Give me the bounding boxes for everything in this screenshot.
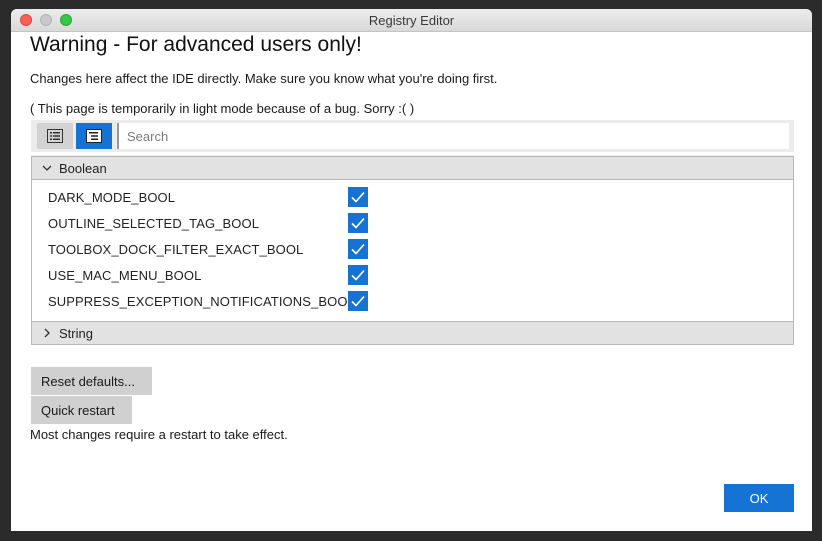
- setting-label: TOOLBOX_DOCK_FILTER_EXACT_BOOL: [48, 242, 304, 257]
- search-input[interactable]: [117, 123, 789, 149]
- boolean-items-list: DARK_MODE_BOOL OUTLINE_SELECTED_TAG_BOOL…: [31, 180, 794, 321]
- tree-list-icon: [86, 129, 102, 143]
- tree-view-button[interactable]: [76, 123, 112, 149]
- restart-note: Most changes require a restart to take e…: [30, 427, 288, 442]
- reset-defaults-button[interactable]: Reset defaults...: [31, 367, 152, 395]
- group-header-boolean[interactable]: Boolean: [31, 156, 794, 180]
- setting-checkbox[interactable]: [348, 291, 368, 311]
- toolbar: [31, 120, 794, 152]
- setting-checkbox[interactable]: [348, 187, 368, 207]
- checkmark-icon: [351, 269, 365, 281]
- window-title: Registry Editor: [368, 13, 455, 28]
- list-item: OUTLINE_SELECTED_TAG_BOOL: [32, 211, 793, 235]
- setting-checkbox[interactable]: [348, 265, 368, 285]
- chevron-down-icon: [42, 165, 52, 171]
- setting-label: USE_MAC_MENU_BOOL: [48, 268, 202, 283]
- setting-label: OUTLINE_SELECTED_TAG_BOOL: [48, 216, 260, 231]
- group-header-string[interactable]: String: [31, 321, 794, 345]
- list-icon: [47, 129, 63, 143]
- registry-list-panel: Boolean DARK_MODE_BOOL OUTLINE_SELECTED_…: [31, 155, 794, 345]
- checkmark-icon: [351, 191, 365, 203]
- list-item: TOOLBOX_DOCK_FILTER_EXACT_BOOL: [32, 237, 793, 261]
- list-item: USE_MAC_MENU_BOOL: [32, 263, 793, 287]
- list-view-button[interactable]: [37, 123, 73, 149]
- ok-button[interactable]: OK: [724, 484, 794, 512]
- page-heading: Warning - For advanced users only!: [30, 33, 362, 56]
- checkmark-icon: [351, 295, 365, 307]
- checkmark-icon: [351, 243, 365, 255]
- list-item: SUPPRESS_EXCEPTION_NOTIFICATIONS_BOOL: [32, 289, 793, 313]
- quick-restart-button[interactable]: Quick restart: [31, 396, 132, 424]
- setting-label: SUPPRESS_EXCEPTION_NOTIFICATIONS_BOOL: [48, 294, 355, 309]
- setting-checkbox[interactable]: [348, 213, 368, 233]
- setting-label: DARK_MODE_BOOL: [48, 190, 176, 205]
- title-bar[interactable]: Registry Editor: [11, 9, 812, 32]
- group-label-boolean: Boolean: [59, 161, 107, 176]
- description-text: Changes here affect the IDE directly. Ma…: [30, 71, 498, 86]
- registry-editor-window: Registry Editor Warning - For advanced u…: [11, 9, 812, 531]
- notice-text: ( This page is temporarily in light mode…: [30, 101, 415, 116]
- setting-checkbox[interactable]: [348, 239, 368, 259]
- chevron-right-icon: [44, 328, 50, 338]
- group-label-string: String: [59, 326, 93, 341]
- checkmark-icon: [351, 217, 365, 229]
- list-item: DARK_MODE_BOOL: [32, 185, 793, 209]
